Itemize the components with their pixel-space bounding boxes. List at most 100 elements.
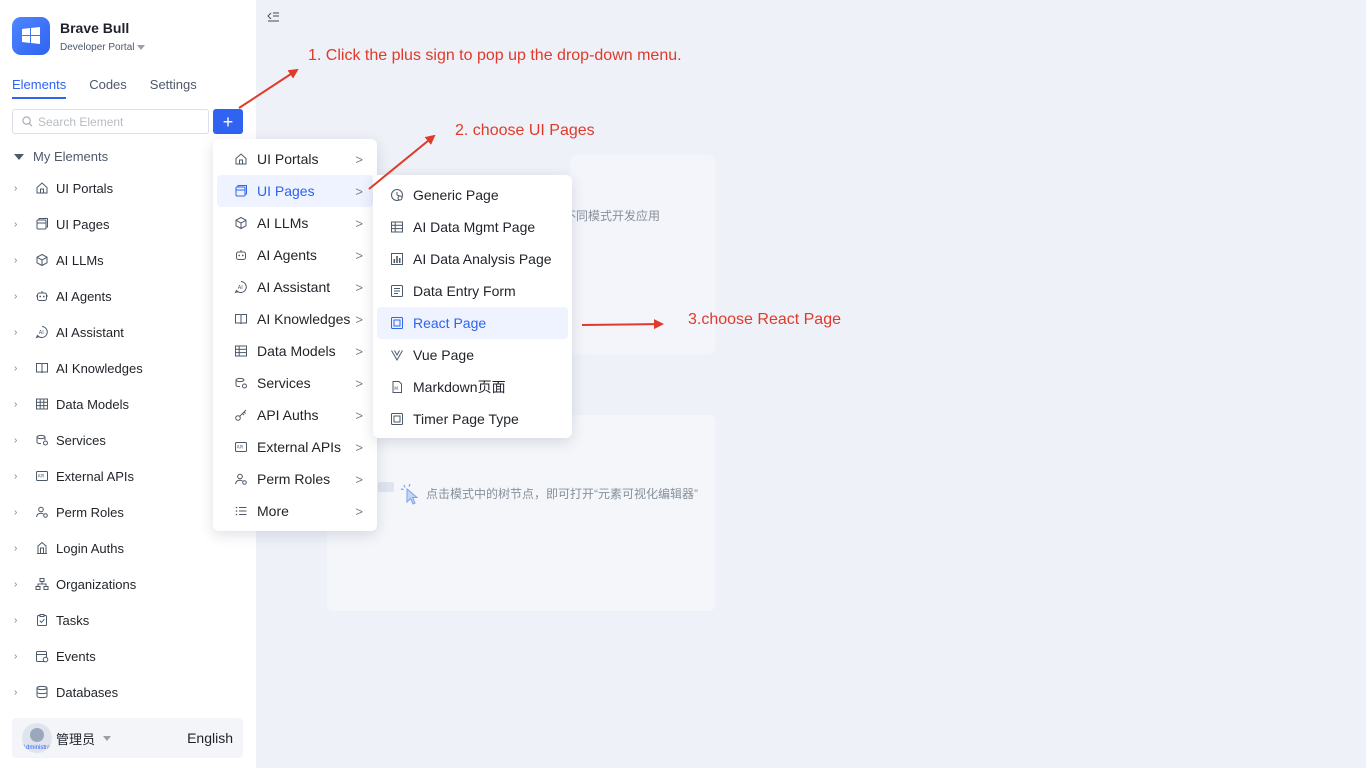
book-icon bbox=[233, 311, 249, 327]
submenu-item-label: React Page bbox=[413, 315, 487, 331]
menu-item-ui-pages[interactable]: UI Pages > bbox=[217, 175, 373, 207]
menu-item-ai-assistant[interactable]: AI AI Assistant > bbox=[217, 271, 373, 303]
menu-item-ai-knowledges[interactable]: AI Knowledges > bbox=[217, 303, 373, 335]
caret-down-icon[interactable] bbox=[103, 735, 112, 741]
pages-icon bbox=[34, 216, 50, 232]
submenu-item-data-entry-form[interactable]: Data Entry Form bbox=[377, 275, 568, 307]
tree-item-label: Organizations bbox=[56, 576, 137, 592]
collapse-sidebar-icon[interactable] bbox=[265, 9, 281, 25]
markdown-icon: M bbox=[389, 379, 405, 395]
chevron-right-icon: > bbox=[355, 215, 363, 231]
chevron-right-icon: > bbox=[355, 311, 363, 327]
chevron-right-icon: › bbox=[14, 290, 18, 302]
svg-text:AI: AI bbox=[39, 330, 44, 336]
role-tag: Administrator bbox=[22, 745, 52, 751]
submenu-item-label: Data Entry Form bbox=[413, 283, 516, 299]
menu-item-perm-roles[interactable]: Perm Roles > bbox=[217, 463, 373, 495]
add-element-button[interactable]: + bbox=[213, 109, 243, 134]
caret-down-icon bbox=[14, 153, 24, 160]
chevron-right-icon: › bbox=[14, 398, 18, 410]
user-name[interactable]: 管理员 bbox=[56, 729, 95, 748]
ui-pages-submenu: Generic Page AI Data Mgmt Page AI Data A… bbox=[373, 175, 572, 438]
language-switch[interactable]: English bbox=[187, 730, 233, 746]
hint-text: 点击模式中的树节点，即可打开“元素可视化编辑器” bbox=[426, 487, 698, 501]
timer-icon bbox=[389, 411, 405, 427]
cube-icon bbox=[233, 215, 249, 231]
chevron-right-icon: > bbox=[355, 375, 363, 391]
tree-item-label: AI Knowledges bbox=[56, 360, 143, 376]
menu-item-label: AI Agents bbox=[257, 247, 317, 263]
book-icon bbox=[34, 360, 50, 376]
chevron-right-icon: › bbox=[14, 614, 18, 626]
chevron-right-icon: › bbox=[14, 686, 18, 698]
submenu-item-vue-page[interactable]: Vue Page bbox=[377, 339, 568, 371]
submenu-item-timer-page-type[interactable]: Timer Page Type bbox=[377, 403, 568, 435]
roles-icon bbox=[34, 504, 50, 520]
tree-item-label: AI LLMs bbox=[56, 252, 104, 268]
submenu-item-markdown-page[interactable]: M Markdown页面 bbox=[377, 371, 568, 403]
tree-item-events[interactable]: › Events bbox=[0, 638, 256, 674]
svg-text:API: API bbox=[237, 445, 244, 450]
tree-item-label: UI Pages bbox=[56, 216, 110, 232]
submenu-item-generic-page[interactable]: Generic Page bbox=[377, 179, 568, 211]
tree-item-label: AI Assistant bbox=[56, 324, 124, 340]
chevron-right-icon: > bbox=[355, 183, 363, 199]
placeholder-pill bbox=[378, 482, 394, 492]
chevron-right-icon: › bbox=[14, 506, 18, 518]
portal-label: Developer Portal bbox=[60, 42, 135, 53]
background-hint-card: 点击模式中的树节点，即可打开“元素可视化编辑器” bbox=[327, 415, 715, 611]
roles-icon bbox=[233, 471, 249, 487]
chevron-right-icon: › bbox=[14, 578, 18, 590]
menu-item-data-models[interactable]: Data Models > bbox=[217, 335, 373, 367]
menu-item-services[interactable]: Services > bbox=[217, 367, 373, 399]
key-icon bbox=[233, 407, 249, 423]
submenu-item-label: AI Data Analysis Page bbox=[413, 251, 552, 267]
tree-item-databases[interactable]: › Databases bbox=[0, 674, 256, 710]
menu-item-ai-agents[interactable]: AI Agents > bbox=[217, 239, 373, 271]
menu-item-label: More bbox=[257, 503, 289, 519]
chevron-right-icon: > bbox=[355, 279, 363, 295]
brand[interactable]: Brave Bull Developer Portal bbox=[12, 17, 146, 55]
tab-settings[interactable]: Settings bbox=[150, 77, 197, 99]
chevron-right-icon: > bbox=[355, 407, 363, 423]
task-icon bbox=[34, 612, 50, 628]
tree-item-label: Login Auths bbox=[56, 540, 124, 556]
tree-item-label: Data Models bbox=[56, 396, 129, 412]
chevron-right-icon: › bbox=[14, 254, 18, 266]
tree-item-login-auths[interactable]: › Login Auths bbox=[0, 530, 256, 566]
submenu-item-react-page[interactable]: React Page bbox=[377, 307, 568, 339]
my-elements-header[interactable]: My Elements bbox=[14, 149, 108, 164]
home-icon bbox=[233, 151, 249, 167]
cube-icon bbox=[34, 252, 50, 268]
submenu-item-label: Generic Page bbox=[413, 187, 499, 203]
menu-item-ai-llms[interactable]: AI LLMs > bbox=[217, 207, 373, 239]
menu-item-more[interactable]: More > bbox=[217, 495, 373, 527]
api-icon: API bbox=[233, 439, 249, 455]
vue-icon bbox=[389, 347, 405, 363]
svg-text:M: M bbox=[394, 386, 398, 392]
submenu-item-label: Timer Page Type bbox=[413, 411, 519, 427]
menu-item-label: External APIs bbox=[257, 439, 342, 455]
annotation-step-2: 2. choose UI Pages bbox=[455, 122, 595, 139]
submenu-item-label: AI Data Mgmt Page bbox=[413, 219, 536, 235]
avatar[interactable]: Administrator bbox=[22, 723, 52, 753]
portal-selector[interactable]: Developer Portal bbox=[60, 42, 146, 53]
chevron-right-icon: > bbox=[355, 247, 363, 263]
chevron-right-icon: > bbox=[355, 151, 363, 167]
tab-codes[interactable]: Codes bbox=[89, 77, 127, 99]
tree-item-label: Services bbox=[56, 432, 106, 448]
submenu-item-ai-data-analysis-page[interactable]: AI Data Analysis Page bbox=[377, 243, 568, 275]
menu-item-ui-portals[interactable]: UI Portals > bbox=[217, 143, 373, 175]
chevron-right-icon: › bbox=[14, 182, 18, 194]
tab-elements[interactable]: Elements bbox=[12, 77, 67, 99]
search-input[interactable] bbox=[38, 114, 198, 129]
submenu-item-ai-data-mgmt-page[interactable]: AI Data Mgmt Page bbox=[377, 211, 568, 243]
menu-item-external-apis[interactable]: API External APIs > bbox=[217, 431, 373, 463]
tree-item-label: UI Portals bbox=[56, 180, 114, 196]
svg-text:AI: AI bbox=[238, 285, 243, 291]
tree-item-tasks[interactable]: › Tasks bbox=[0, 602, 256, 638]
tree-item-organizations[interactable]: › Organizations bbox=[0, 566, 256, 602]
api-icon: API bbox=[34, 468, 50, 484]
submenu-item-label: Markdown页面 bbox=[413, 379, 506, 395]
menu-item-api-auths[interactable]: API Auths > bbox=[217, 399, 373, 431]
